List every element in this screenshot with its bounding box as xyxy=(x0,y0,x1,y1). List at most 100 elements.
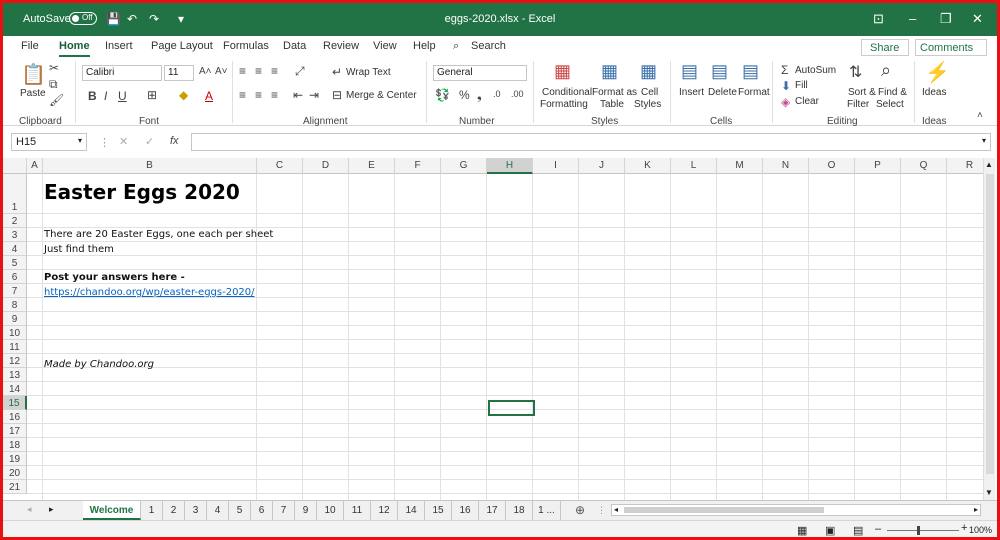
sheet-tab-2[interactable]: 2 xyxy=(163,501,185,520)
merge-center-button[interactable]: Merge & Center xyxy=(346,90,417,101)
tab-page-layout[interactable]: Page Layout xyxy=(151,40,213,52)
select-all[interactable] xyxy=(3,158,27,174)
chevron-down-icon[interactable]: ▾ xyxy=(78,136,82,145)
column-header-j[interactable]: J xyxy=(579,158,625,174)
row-header-9[interactable]: 9 xyxy=(3,312,27,326)
increase-decimal-icon[interactable]: .0 xyxy=(493,89,501,99)
percent-icon[interactable]: % xyxy=(459,88,470,102)
column-header-c[interactable]: C xyxy=(257,158,303,174)
tab-data[interactable]: Data xyxy=(283,40,306,52)
align-left-icon[interactable]: ≡ xyxy=(239,88,246,102)
column-header-b[interactable]: B xyxy=(43,158,257,174)
row-header-17[interactable]: 17 xyxy=(3,424,27,438)
cell-styles-label-1[interactable]: Cell xyxy=(641,87,658,98)
wrap-text-icon[interactable]: ↵ xyxy=(332,65,342,79)
scroll-left-icon[interactable]: ◂ xyxy=(614,505,618,514)
cell-b3[interactable]: There are 20 Easter Eggs, one each per s… xyxy=(44,229,273,240)
search-box[interactable]: Search xyxy=(471,40,506,52)
row-header-18[interactable]: 18 xyxy=(3,438,27,452)
sheet-tab-1[interactable]: 1 xyxy=(141,501,163,520)
column-header-k[interactable]: K xyxy=(625,158,671,174)
tab-view[interactable]: View xyxy=(373,40,397,52)
close-icon[interactable]: ✕ xyxy=(972,11,983,27)
font-name-box[interactable]: Calibri xyxy=(82,65,162,81)
row-header-16[interactable]: 16 xyxy=(3,410,27,424)
row-header-8[interactable]: 8 xyxy=(3,298,27,312)
wrap-text-button[interactable]: Wrap Text xyxy=(346,67,391,78)
row-header-12[interactable]: 12 xyxy=(3,354,27,368)
column-header-d[interactable]: D xyxy=(303,158,349,174)
tab-formulas[interactable]: Formulas xyxy=(223,40,269,52)
row-header-4[interactable]: 4 xyxy=(3,242,27,256)
sheet-tab-14[interactable]: 16 xyxy=(452,501,479,520)
zoom-slider-knob[interactable] xyxy=(917,526,920,535)
format-cells-button[interactable]: Format xyxy=(738,87,770,98)
column-header-h[interactable]: H xyxy=(487,158,533,174)
vertical-scrollbar[interactable]: ▲ ▼ xyxy=(983,158,995,500)
conditional-formatting-icon[interactable]: ▦ xyxy=(554,61,571,82)
comma-style-icon[interactable]: ❟ xyxy=(477,88,482,103)
scroll-up-icon[interactable]: ▲ xyxy=(985,160,993,169)
scroll-down-icon[interactable]: ▼ xyxy=(985,488,993,497)
row-header-11[interactable]: 11 xyxy=(3,340,27,354)
increase-indent-icon[interactable]: ⇥ xyxy=(309,88,319,102)
column-header-l[interactable]: L xyxy=(671,158,717,174)
sheet-tab-10[interactable]: 11 xyxy=(344,501,371,520)
sheet-tab-6[interactable]: 6 xyxy=(251,501,273,520)
font-size-box[interactable]: 11 xyxy=(164,65,194,81)
horizontal-scrollbar[interactable]: ◂ ▸ xyxy=(611,504,981,516)
paste-button[interactable]: Paste xyxy=(20,88,46,99)
row-header-6[interactable]: 6 xyxy=(3,270,27,284)
fill-color-icon[interactable]: ◆ xyxy=(179,88,188,102)
row-header-13[interactable]: 13 xyxy=(3,368,27,382)
sheet-tab-3[interactable]: 3 xyxy=(185,501,207,520)
comments-button[interactable]: Comments xyxy=(915,39,987,56)
increase-font-icon[interactable]: A˄ xyxy=(199,66,212,77)
merge-center-icon[interactable]: ⊟ xyxy=(332,88,342,102)
column-header-f[interactable]: F xyxy=(395,158,441,174)
sheet-tab-16[interactable]: 18 xyxy=(506,501,533,520)
column-header-q[interactable]: Q xyxy=(901,158,947,174)
cancel-icon[interactable]: ✕ xyxy=(119,135,128,148)
normal-view-icon[interactable]: ▦ xyxy=(797,524,807,537)
cell-b1[interactable]: Easter Eggs 2020 xyxy=(44,180,240,204)
column-header-i[interactable]: I xyxy=(533,158,579,174)
paste-icon[interactable]: 📋 xyxy=(21,62,46,87)
align-middle-icon[interactable]: ≡ xyxy=(255,64,262,78)
insert-cells-button[interactable]: Insert xyxy=(679,87,704,98)
row-header-15[interactable]: 15 xyxy=(3,396,27,410)
zoom-in-icon[interactable]: + xyxy=(961,522,967,534)
zoom-out-icon[interactable]: – xyxy=(875,523,881,535)
format-cells-icon[interactable]: ▤ xyxy=(742,61,759,82)
align-center-icon[interactable]: ≡ xyxy=(255,88,262,102)
tab-split-icon[interactable]: ⋮ xyxy=(597,505,606,516)
fill-icon[interactable]: ⬇ xyxy=(781,79,791,93)
find-select-label-1[interactable]: Find & xyxy=(878,87,907,98)
format-as-table-icon[interactable]: ▦ xyxy=(601,61,618,82)
row-header-19[interactable]: 19 xyxy=(3,452,27,466)
row-header-5[interactable]: 5 xyxy=(3,256,27,270)
next-sheet-icon[interactable]: ▸ xyxy=(49,504,54,515)
tab-review[interactable]: Review xyxy=(323,40,359,52)
number-format-box[interactable]: General xyxy=(433,65,527,81)
copy-icon[interactable]: ⧉ xyxy=(49,77,58,92)
row-header-14[interactable]: 14 xyxy=(3,382,27,396)
tab-insert[interactable]: Insert xyxy=(105,40,133,52)
cell-b6[interactable]: Post your answers here - xyxy=(44,272,185,283)
cell-b7-link[interactable]: https://chandoo.org/wp/easter-eggs-2020/ xyxy=(44,287,255,298)
insert-function-icon[interactable]: fx xyxy=(170,135,179,147)
zoom-level[interactable]: 100% xyxy=(969,525,992,535)
conditional-formatting-label-2[interactable]: Formatting xyxy=(540,99,588,110)
conditional-formatting-label-1[interactable]: Conditional xyxy=(542,87,592,98)
column-header-g[interactable]: G xyxy=(441,158,487,174)
borders-icon[interactable]: ⊞ xyxy=(147,88,157,102)
cut-icon[interactable]: ✂ xyxy=(49,61,59,75)
sort-filter-label-1[interactable]: Sort & xyxy=(848,87,876,98)
cell-b12[interactable]: Made by Chandoo.org xyxy=(44,359,154,370)
find-select-icon[interactable]: ⌕ xyxy=(881,60,891,81)
autosum-icon[interactable]: Σ xyxy=(781,63,788,77)
row-header-2[interactable]: 2 xyxy=(3,214,27,228)
page-break-view-icon[interactable]: ▤ xyxy=(853,524,863,537)
add-sheet-icon[interactable]: ⊕ xyxy=(575,503,585,517)
sheet-tab-12[interactable]: 14 xyxy=(398,501,425,520)
